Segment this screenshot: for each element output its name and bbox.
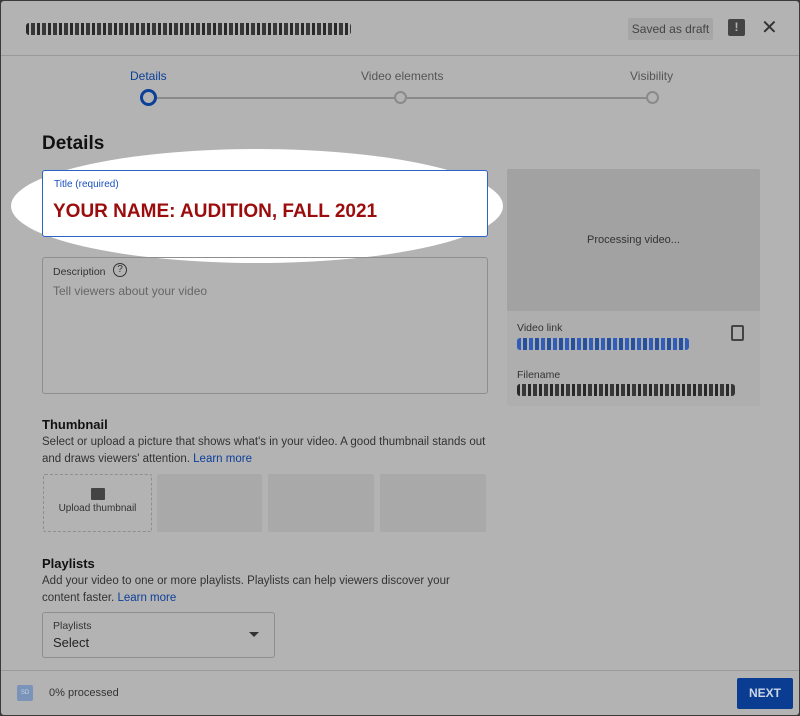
- copy-icon[interactable]: [731, 325, 744, 341]
- title-label: Title (required): [54, 179, 119, 190]
- thumbnail-description: Select or upload a picture that shows wh…: [42, 436, 486, 465]
- page-title: Details: [42, 133, 105, 154]
- close-icon[interactable]: ✕: [761, 15, 778, 40]
- thumbnail-option[interactable]: [380, 474, 486, 532]
- playlists-learn-more-link[interactable]: Learn more: [117, 592, 176, 604]
- description-label: Description: [53, 266, 106, 278]
- title-value: YOUR NAME: AUDITION, FALL 2021: [53, 201, 378, 222]
- playlists-description: Add your video to one or more playlists.…: [42, 575, 450, 604]
- thumbnail-option[interactable]: [268, 474, 374, 532]
- filename-redacted: [517, 384, 735, 396]
- footer-divider: [1, 670, 799, 671]
- playlists-select[interactable]: Playlists Select: [42, 612, 275, 658]
- description-placeholder: Tell viewers about your video: [53, 284, 208, 298]
- sd-badge-icon: SD: [17, 685, 33, 701]
- video-title-redacted: [26, 23, 351, 35]
- step-dot-visibility: [646, 91, 659, 104]
- upload-dialog: Saved as draft ! ✕ Details Video element…: [1, 1, 799, 715]
- help-icon[interactable]: ?: [113, 263, 127, 277]
- processing-status: Processing video...: [507, 169, 760, 311]
- playlists-select-value: Select: [53, 635, 90, 650]
- step-dot-video-elements: [394, 91, 407, 104]
- step-visibility[interactable]: Visibility: [630, 69, 673, 83]
- step-dot-details: [140, 89, 157, 106]
- playlists-select-label: Playlists: [53, 620, 92, 632]
- playlists-heading: Playlists: [42, 556, 95, 571]
- title-field[interactable]: Title (required) YOUR NAME: AUDITION, FA…: [42, 170, 488, 237]
- step-video-elements[interactable]: Video elements: [361, 69, 444, 83]
- thumbnail-heading: Thumbnail: [42, 417, 108, 432]
- step-line: [155, 97, 395, 99]
- upload-thumbnail-label: Upload thumbnail: [58, 503, 137, 514]
- thumbnail-learn-more-link[interactable]: Learn more: [193, 453, 252, 465]
- filename-label: Filename: [517, 369, 561, 381]
- header-divider: [1, 55, 799, 56]
- processing-progress-text: 0% processed: [49, 687, 119, 699]
- next-button[interactable]: NEXT: [737, 678, 793, 709]
- saved-as-draft-badge: Saved as draft: [628, 18, 713, 40]
- thumbnail-option[interactable]: [157, 474, 262, 532]
- playlists-text: Add your video to one or more playlists.…: [42, 573, 482, 606]
- description-field[interactable]: Description ? Tell viewers about your vi…: [42, 257, 488, 394]
- video-preview-panel: Processing video... Video link Filename: [507, 169, 760, 406]
- step-details[interactable]: Details: [130, 69, 167, 83]
- chevron-down-icon: [249, 632, 259, 637]
- feedback-icon[interactable]: !: [728, 19, 745, 36]
- video-link-label: Video link: [517, 322, 563, 334]
- add-photo-icon: [90, 488, 105, 500]
- upload-thumbnail-button[interactable]: Upload thumbnail: [43, 474, 152, 532]
- thumbnail-text: Select or upload a picture that shows wh…: [42, 434, 492, 467]
- video-link-redacted[interactable]: [517, 338, 689, 350]
- step-line: [407, 97, 647, 99]
